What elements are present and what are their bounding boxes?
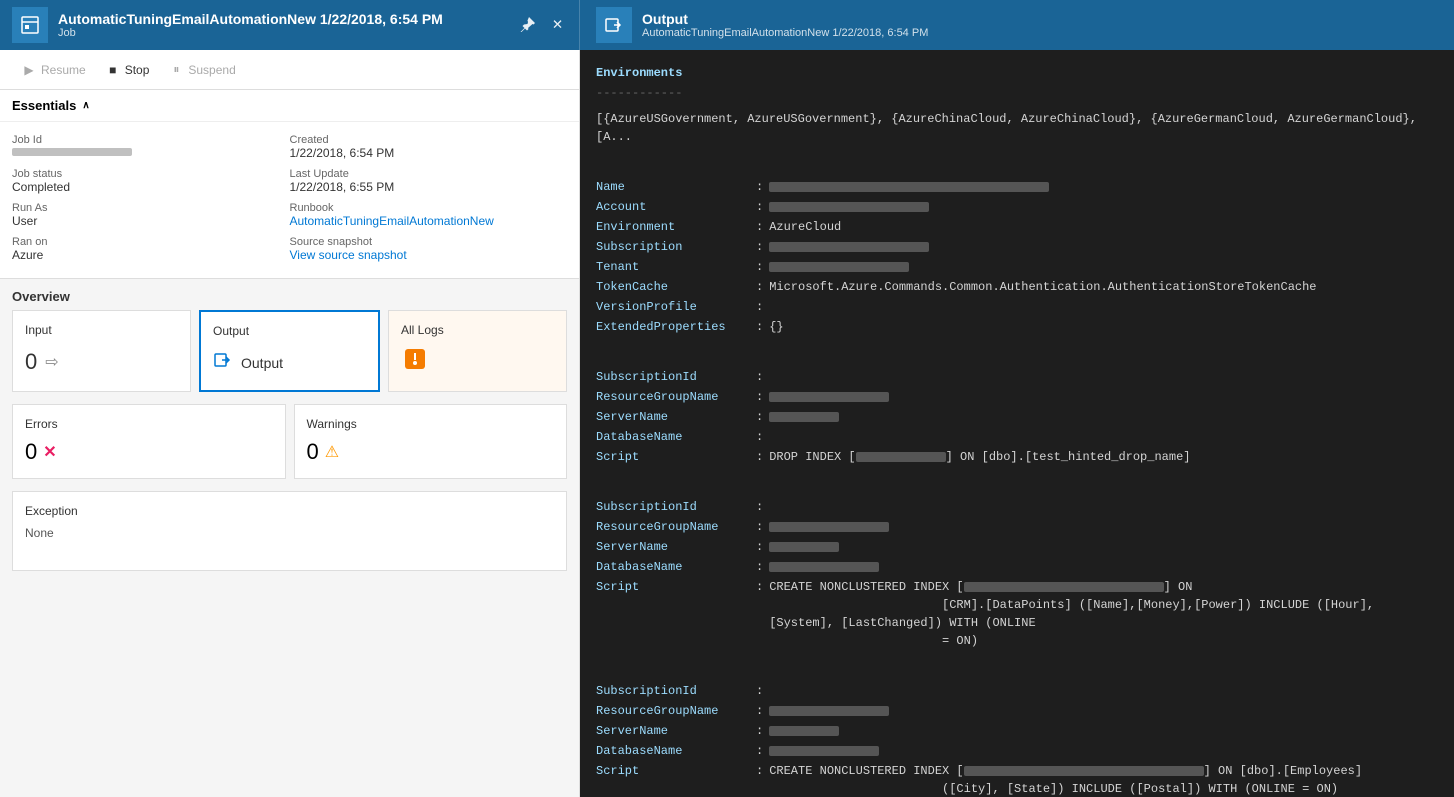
warnings-card[interactable]: Warnings 0 ⚠ xyxy=(294,404,568,479)
block3-section: SubscriptionId : ResourceGroupName : Ser… xyxy=(596,682,1438,797)
left-header: AutomaticTuningEmailAutomationNew 1/22/2… xyxy=(0,0,580,50)
b1-resourcegroupname: ResourceGroupName : xyxy=(596,388,1438,406)
runbook-link[interactable]: AutomaticTuningEmailAutomationNew xyxy=(290,214,494,228)
errors-value: 0 xyxy=(25,439,37,465)
right-header: Output AutomaticTuningEmailAutomationNew… xyxy=(580,0,1454,50)
runbook-item: Runbook AutomaticTuningEmailAutomationNe… xyxy=(290,198,568,232)
input-card-icon: ⇨ xyxy=(45,352,58,372)
b2-resourcegroupname: ResourceGroupName : xyxy=(596,518,1438,536)
b2-servername: ServerName : xyxy=(596,538,1438,556)
errors-card[interactable]: Errors 0 ✕ xyxy=(12,404,286,479)
stop-icon: ■ xyxy=(106,63,120,77)
errors-row: 0 ✕ xyxy=(25,439,57,465)
toolbar: ▶ Resume ■ Stop ⏸ Suspend xyxy=(0,50,579,90)
overview-header: Overview xyxy=(0,279,579,310)
exception-value: None xyxy=(25,526,554,540)
job-icon xyxy=(12,7,48,43)
pin-button[interactable] xyxy=(516,12,540,39)
b3-servername: ServerName : xyxy=(596,722,1438,740)
resume-button[interactable]: ▶ Resume xyxy=(12,50,96,89)
block1-section: SubscriptionId : ResourceGroupName : Ser… xyxy=(596,368,1438,466)
right-panel: Environments ------------ [{AzureUSGover… xyxy=(580,50,1454,797)
top-header: AutomaticTuningEmailAutomationNew 1/22/2… xyxy=(0,0,1454,50)
source-snapshot-item: Source snapshot View source snapshot xyxy=(290,232,568,266)
main-layout: ▶ Resume ■ Stop ⏸ Suspend Essentials ∧ J… xyxy=(0,50,1454,797)
resume-icon: ▶ xyxy=(22,63,36,77)
left-panel: ▶ Resume ■ Stop ⏸ Suspend Essentials ∧ J… xyxy=(0,50,580,797)
essentials-header[interactable]: Essentials ∧ xyxy=(0,90,579,122)
warnings-label: Warnings xyxy=(307,417,357,431)
created-item: Created 1/22/2018, 6:54 PM xyxy=(290,130,568,164)
b1-databasename: DatabaseName : xyxy=(596,428,1438,446)
left-header-title-block: AutomaticTuningEmailAutomationNew 1/22/2… xyxy=(58,11,516,39)
all-logs-card[interactable]: All Logs xyxy=(388,310,567,392)
prop-account: Account : xyxy=(596,198,1438,216)
b3-script: Script : CREATE NONCLUSTERED INDEX [] ON… xyxy=(596,762,1438,797)
input-card-inner: 0 ⇨ xyxy=(25,349,59,375)
all-logs-icon xyxy=(401,345,429,379)
close-left-button[interactable]: ✕ xyxy=(548,13,567,37)
b2-databasename: DatabaseName : xyxy=(596,558,1438,576)
b1-subscriptionid: SubscriptionId : xyxy=(596,368,1438,386)
prop-subscription: Subscription : xyxy=(596,238,1438,256)
output-card-icon xyxy=(213,350,233,375)
exception-section: Exception None xyxy=(12,491,567,571)
output-card-value: Output xyxy=(241,355,283,371)
overview-cards: Input 0 ⇨ Output Output All Logs xyxy=(0,310,579,404)
right-header-title: Output xyxy=(642,11,1438,27)
left-header-subtitle: Job xyxy=(58,27,516,39)
errors-label: Errors xyxy=(25,417,58,431)
input-card-label: Input xyxy=(25,323,52,337)
b3-databasename: DatabaseName : xyxy=(596,742,1438,760)
environments-label: Environments xyxy=(596,64,1438,82)
warnings-value: 0 xyxy=(307,439,319,465)
ran-on-item: Ran on Azure xyxy=(12,232,290,266)
input-card[interactable]: Input 0 ⇨ xyxy=(12,310,191,392)
suspend-icon: ⏸ xyxy=(169,63,183,77)
prop-tokencache: TokenCache : Microsoft.Azure.Commands.Co… xyxy=(596,278,1438,296)
prop-extendedproperties: ExtendedProperties : {} xyxy=(596,318,1438,336)
environments-separator: ------------ xyxy=(596,84,1438,102)
b2-subscriptionid: SubscriptionId : xyxy=(596,498,1438,516)
b3-resourcegroupname: ResourceGroupName : xyxy=(596,702,1438,720)
source-snapshot-link[interactable]: View source snapshot xyxy=(290,248,407,262)
environments-value: [{AzureUSGovernment, AzureUSGovernment},… xyxy=(596,110,1438,146)
job-id-bar xyxy=(12,148,132,156)
last-update-item: Last Update 1/22/2018, 6:55 PM xyxy=(290,164,568,198)
essentials-chevron: ∧ xyxy=(82,100,89,111)
block2-section: SubscriptionId : ResourceGroupName : Ser… xyxy=(596,498,1438,650)
essentials-grid: Job Id Created 1/22/2018, 6:54 PM Job st… xyxy=(0,122,579,279)
prop-tenant: Tenant : xyxy=(596,258,1438,276)
output-card[interactable]: Output Output xyxy=(199,310,380,392)
b2-script: Script : CREATE NONCLUSTERED INDEX [] ON… xyxy=(596,578,1438,650)
output-card-inner: Output xyxy=(213,350,283,375)
output-header-icon xyxy=(596,7,632,43)
properties-section: Name : Account : Environment : AzureClou… xyxy=(596,178,1438,336)
exception-title: Exception xyxy=(25,504,554,518)
warning-icon: ⚠ xyxy=(325,442,339,462)
right-header-title-block: Output AutomaticTuningEmailAutomationNew… xyxy=(642,11,1438,39)
prop-name: Name : xyxy=(596,178,1438,196)
right-header-subtitle: AutomaticTuningEmailAutomationNew 1/22/2… xyxy=(642,27,1438,39)
suspend-button[interactable]: ⏸ Suspend xyxy=(159,50,245,89)
output-card-label: Output xyxy=(213,324,249,338)
error-cards: Errors 0 ✕ Warnings 0 ⚠ xyxy=(0,404,579,491)
b3-subscriptionid: SubscriptionId : xyxy=(596,682,1438,700)
warnings-row: 0 ⚠ xyxy=(307,439,340,465)
input-card-value: 0 xyxy=(25,349,37,375)
left-header-title: AutomaticTuningEmailAutomationNew 1/22/2… xyxy=(58,11,516,27)
stop-button[interactable]: ■ Stop xyxy=(96,50,160,89)
run-as-item: Run As User xyxy=(12,198,290,232)
job-status-item: Job status Completed xyxy=(12,164,290,198)
b1-servername: ServerName : xyxy=(596,408,1438,426)
job-id-item: Job Id xyxy=(12,130,290,164)
environments-section: Environments ------------ [{AzureUSGover… xyxy=(596,64,1438,146)
all-logs-label: All Logs xyxy=(401,323,444,337)
b1-script: Script : DROP INDEX [] ON [dbo].[test_hi… xyxy=(596,448,1438,466)
prop-versionprofile: VersionProfile : xyxy=(596,298,1438,316)
prop-environment: Environment : AzureCloud xyxy=(596,218,1438,236)
error-x-icon: ✕ xyxy=(43,442,56,462)
left-header-actions: ✕ xyxy=(516,12,567,39)
